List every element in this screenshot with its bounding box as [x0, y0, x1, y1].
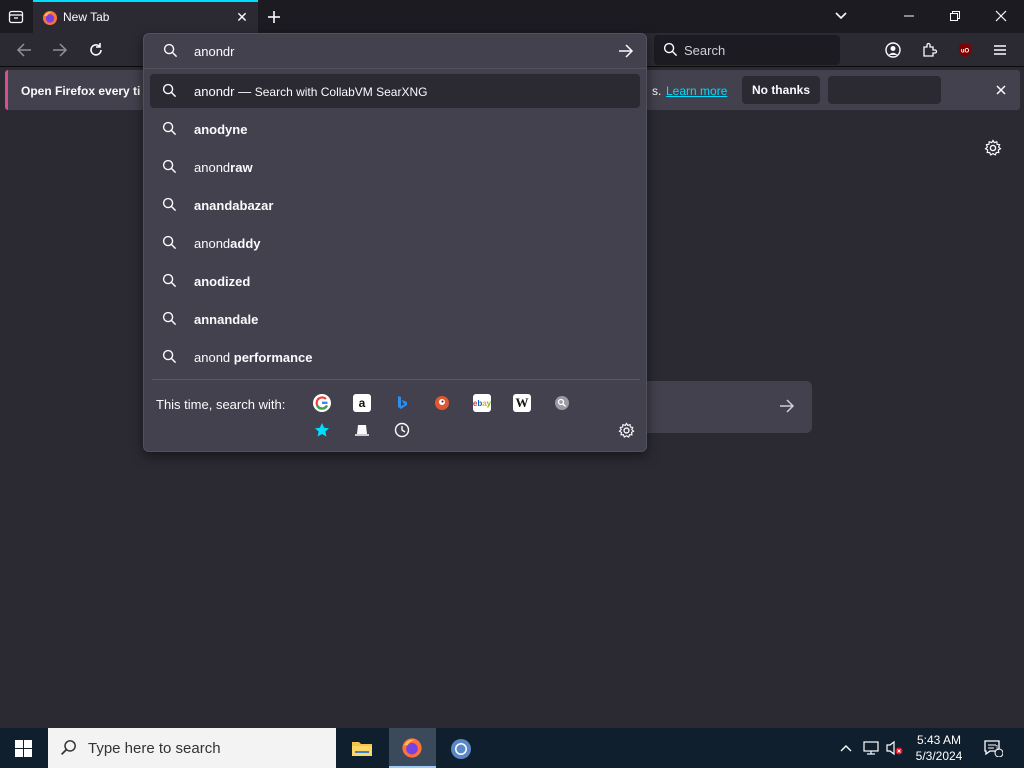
notification-message: Open Firefox every ti: [21, 84, 141, 98]
suggestion-text: annandale: [194, 312, 259, 327]
clock-time: 5:43 AM: [916, 733, 962, 747]
suggestion-text: anondraw: [194, 160, 253, 175]
duckduckgo-icon[interactable]: [433, 394, 451, 412]
wikipedia-icon[interactable]: W: [513, 394, 531, 412]
amazon-icon[interactable]: a: [353, 394, 371, 412]
suggestion-text: anondr — Search with CollabVM SearXNG: [194, 84, 428, 99]
bing-icon[interactable]: [393, 394, 411, 412]
search-icon: [162, 349, 178, 365]
extensions-puzzle-icon[interactable]: [919, 40, 939, 60]
suggestion-text: anandabazar: [194, 198, 274, 213]
chrome-browser-icon[interactable]: [449, 737, 473, 761]
action-center-notification-icon[interactable]: 1: [982, 738, 1004, 758]
suggestion-text: anodized: [194, 274, 251, 289]
page-search-field[interactable]: [646, 381, 812, 433]
ebay-icon[interactable]: ebay: [473, 394, 491, 412]
forward-arrow-icon[interactable]: [50, 41, 70, 59]
google-icon[interactable]: [313, 394, 331, 412]
search-settings-gear-icon[interactable]: [617, 421, 635, 439]
new-tab-plus-icon[interactable]: [264, 7, 284, 27]
svg-text:uO: uO: [961, 49, 970, 55]
bookmarks-star-icon[interactable]: [313, 421, 331, 439]
page-search-go-arrow-icon[interactable]: [779, 399, 795, 418]
search-icon: [162, 311, 178, 327]
one-off-search-label: This time, search with:: [156, 397, 286, 412]
address-bar-divider: [144, 68, 646, 69]
network-icon[interactable]: [862, 740, 880, 756]
suggestion-text: anodyne: [194, 122, 248, 137]
search-icon: [162, 197, 178, 213]
address-bar-input[interactable]: anondr: [144, 34, 646, 68]
search-suggestion-item[interactable]: anodyne: [150, 112, 640, 146]
search-icon: [163, 43, 178, 63]
search-suggestion-item[interactable]: anondaddy: [150, 226, 640, 260]
suggestion-search-with-engine[interactable]: anondr — Search with CollabVM SearXNG: [150, 74, 640, 108]
page-settings-gear-icon[interactable]: [983, 138, 1003, 158]
close-notification-icon[interactable]: [996, 82, 1006, 98]
one-off-divider: [152, 379, 640, 380]
restore-window-icon[interactable]: [946, 7, 964, 25]
go-arrow-icon[interactable]: [618, 44, 634, 63]
firefox-view-icon[interactable]: [6, 7, 26, 27]
tab-new-tab[interactable]: New Tab ✕: [33, 0, 258, 33]
address-bar-popup: anondr anondr — Search with CollabVM Sea…: [143, 33, 647, 452]
notification-message-tail: s.: [652, 84, 662, 98]
volume-muted-icon[interactable]: [884, 740, 904, 756]
search-icon: [162, 121, 178, 137]
address-bar-text[interactable]: anondr: [194, 44, 234, 59]
notification-count: 1: [995, 745, 999, 752]
search-suggestion-item[interactable]: anondraw: [150, 150, 640, 184]
minimize-window-icon[interactable]: [900, 7, 918, 25]
search-icon: [162, 159, 178, 175]
clock-date: 5/3/2024: [915, 749, 963, 763]
suggestion-text: anond performance: [194, 350, 313, 365]
app-menu-hamburger-icon[interactable]: [990, 40, 1010, 60]
tabs-icon[interactable]: [353, 421, 371, 439]
search-icon: [663, 42, 678, 62]
search-icon: [60, 739, 77, 761]
firefox-icon: [401, 737, 423, 764]
search-icon: [162, 273, 178, 289]
searxng-icon[interactable]: [553, 394, 571, 412]
search-icon: [162, 83, 178, 99]
search-suggestion-item[interactable]: anandabazar: [150, 188, 640, 222]
close-tab-icon[interactable]: ✕: [234, 9, 250, 25]
windows-start-icon[interactable]: [14, 739, 32, 757]
toolbar-search-box[interactable]: Search: [654, 35, 840, 65]
search-icon: [162, 235, 178, 251]
close-window-icon[interactable]: [992, 7, 1010, 25]
history-clock-icon[interactable]: [393, 421, 411, 439]
account-icon[interactable]: [883, 40, 903, 60]
toolbar-search-placeholder: Search: [684, 43, 726, 58]
suggestion-text: anondaddy: [194, 236, 261, 251]
reload-icon[interactable]: [86, 40, 106, 60]
no-thanks-button[interactable]: No thanks: [742, 76, 820, 104]
ublock-origin-icon[interactable]: uO: [955, 40, 975, 60]
windows-taskbar: Type here to search 5:43 AM 5/3/2024 1: [0, 728, 1024, 768]
tab-title: New Tab: [63, 10, 110, 24]
search-suggestion-item[interactable]: anond performance: [150, 340, 640, 374]
search-suggestion-item[interactable]: anodized: [150, 264, 640, 298]
system-clock[interactable]: 5:43 AM 5/3/2024: [906, 732, 972, 764]
taskbar-search-box[interactable]: Type here to search: [48, 728, 336, 768]
show-hidden-icons-chevron-icon[interactable]: [838, 740, 854, 756]
file-explorer-icon[interactable]: [350, 738, 374, 758]
learn-more-link[interactable]: Learn more: [666, 84, 727, 98]
back-arrow-icon[interactable]: [14, 41, 34, 59]
firefox-icon: [42, 10, 58, 26]
taskbar-firefox-active[interactable]: [389, 728, 436, 768]
list-all-tabs-chevron-icon[interactable]: [832, 7, 850, 25]
tab-strip: New Tab ✕: [0, 0, 1024, 33]
taskbar-search-placeholder: Type here to search: [88, 740, 221, 757]
search-suggestion-item[interactable]: annandale: [150, 302, 640, 336]
notification-secondary-button[interactable]: [828, 76, 941, 104]
